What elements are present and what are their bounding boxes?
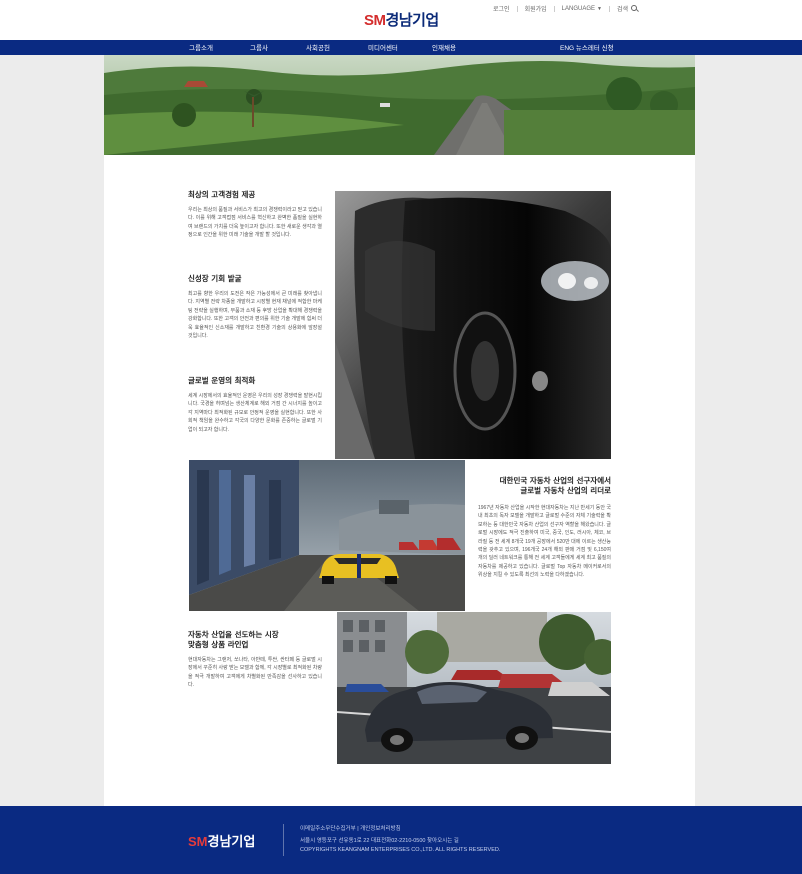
footer-policy-links[interactable]: 이메일주소무단수집거부 | 개인정보처리방침 [300,824,401,832]
section-title: 최상의 고객경험 제공 [188,190,256,199]
footer-divider [283,824,284,856]
section-body: 우리는 최상의 품질과 서비스가 최고의 경쟁력이라고 믿고 있습니다. 이를 … [188,207,322,239]
logo-company-name: 경남기업 [385,12,440,29]
footer-logo-sm: SM [188,834,208,849]
section-title: 신성장 기회 발굴 [188,274,242,283]
section-body: 세계 시장에서의 효율적인 운영은 우리의 성장 경쟁력을 발현시킵니다. 국경… [188,393,322,433]
section-title-line1: 자동차 산업을 선도하는 시장 [188,630,279,639]
site-logo[interactable]: SM경남기업 [364,9,439,30]
section-product-lineup: 자동차 산업을 선도하는 시장 맞춤형 상품 라인업 현대자동차는 그랜저, 쏘… [188,630,322,690]
photo-dark-sportscar [337,612,611,764]
section-title-line2: 글로벌 자동차 산업의 리더로 [520,486,611,495]
footer-logo-name: 경남기업 [207,834,256,849]
section-new-growth: 신성장 기회 발굴 최고를 향한 우리의 도전은 작은 가능성에서 큰 미래를 … [188,274,322,340]
search-label: 검색 [616,7,628,13]
nav-item-eng-newsletter[interactable]: ENG 뉴스레터 신청 [560,42,614,52]
footer-address: 서울시 영등포구 선유동1로 22 대표전화02-2210-0500 찾아오시는… [300,838,459,844]
photo-black-cars [335,191,611,459]
black-cars-illustration [335,191,611,459]
section-body: 1967년 자동차 산업을 시작한 현대자동차는 지난 반세기 동안 국내 최초… [478,505,611,579]
yellow-sportscar-illustration [189,460,465,611]
section-title: 글로벌 운영의 최적화 [188,376,256,385]
main-nav: 그룹소개 그룹사 사회공헌 미디어센터 인재채용 ENG 뉴스레터 신청 [0,40,802,55]
footer-copyright: COPYRIGHTS KEANGNAM ENTERPRISES CO.,LTD.… [300,847,501,853]
utility-menu: 로그인 회원가입 LANGUAGE ▼ 검색 [493,4,637,13]
nav-item-social-contribution[interactable]: 사회공헌 [306,42,330,52]
language-select[interactable]: LANGUAGE ▼ [562,6,602,12]
nav-item-affiliates[interactable]: 그룹사 [250,42,268,52]
divider [608,5,610,12]
nav-item-group-intro[interactable]: 그룹소개 [189,42,213,52]
section-industry-leader: 대한민국 자동차 산업의 선구자에서 글로벌 자동차 산업의 리더로 1967년… [478,476,611,580]
nav-item-recruitment[interactable]: 인재채용 [432,42,456,52]
search-icon [631,5,637,11]
section-body: 현대자동차는 그랜저, 쏘나타, 아반떼, 투싼, 싼타페 등 글로벌 시장에서… [188,657,322,689]
caret-down-icon: ▼ [597,5,602,12]
section-title-line2: 맞춤형 상품 라인업 [188,640,249,649]
search-button[interactable]: 검색 [617,4,637,13]
section-title: 대한민국 자동차 산업의 선구자에서 글로벌 자동차 산업의 리더로 [478,476,611,496]
dark-sportscar-illustration [337,612,611,764]
language-label: LANGUAGE [561,5,595,12]
logo-sm-mark: SM [364,12,386,29]
hero-road-image [104,55,695,155]
section-customer-experience: 최상의 고객경험 제공 우리는 최상의 품질과 서비스가 최고의 경쟁력이라고 … [188,190,322,240]
section-title: 자동차 산업을 선도하는 시장 맞춤형 상품 라인업 [188,630,322,650]
section-title-line1: 대한민국 자동차 산업의 선구자에서 [499,476,611,485]
site-footer: SM경남기업 이메일주소무단수집거부 | 개인정보처리방침 서울시 영등포구 선… [0,806,802,874]
section-global-operation: 글로벌 운영의 최적화 세계 시장에서의 효율적인 운영은 우리의 성장 경쟁력… [188,376,322,434]
divider [516,5,518,12]
footer-logo[interactable]: SM경남기업 [188,831,255,850]
hero-illustration [104,55,695,155]
site-header: SM경남기업 로그인 회원가입 LANGUAGE ▼ 검색 [0,0,802,40]
section-body: 최고를 향한 우리의 도전은 작은 가능성에서 큰 미래를 찾아냅니다. 지역별… [188,291,322,340]
join-link[interactable]: 회원가입 [525,4,547,13]
login-link[interactable]: 로그인 [493,4,510,13]
nav-item-media-center[interactable]: 미디어센터 [368,42,398,52]
photo-yellow-sportscar [189,460,465,611]
divider [553,5,555,12]
